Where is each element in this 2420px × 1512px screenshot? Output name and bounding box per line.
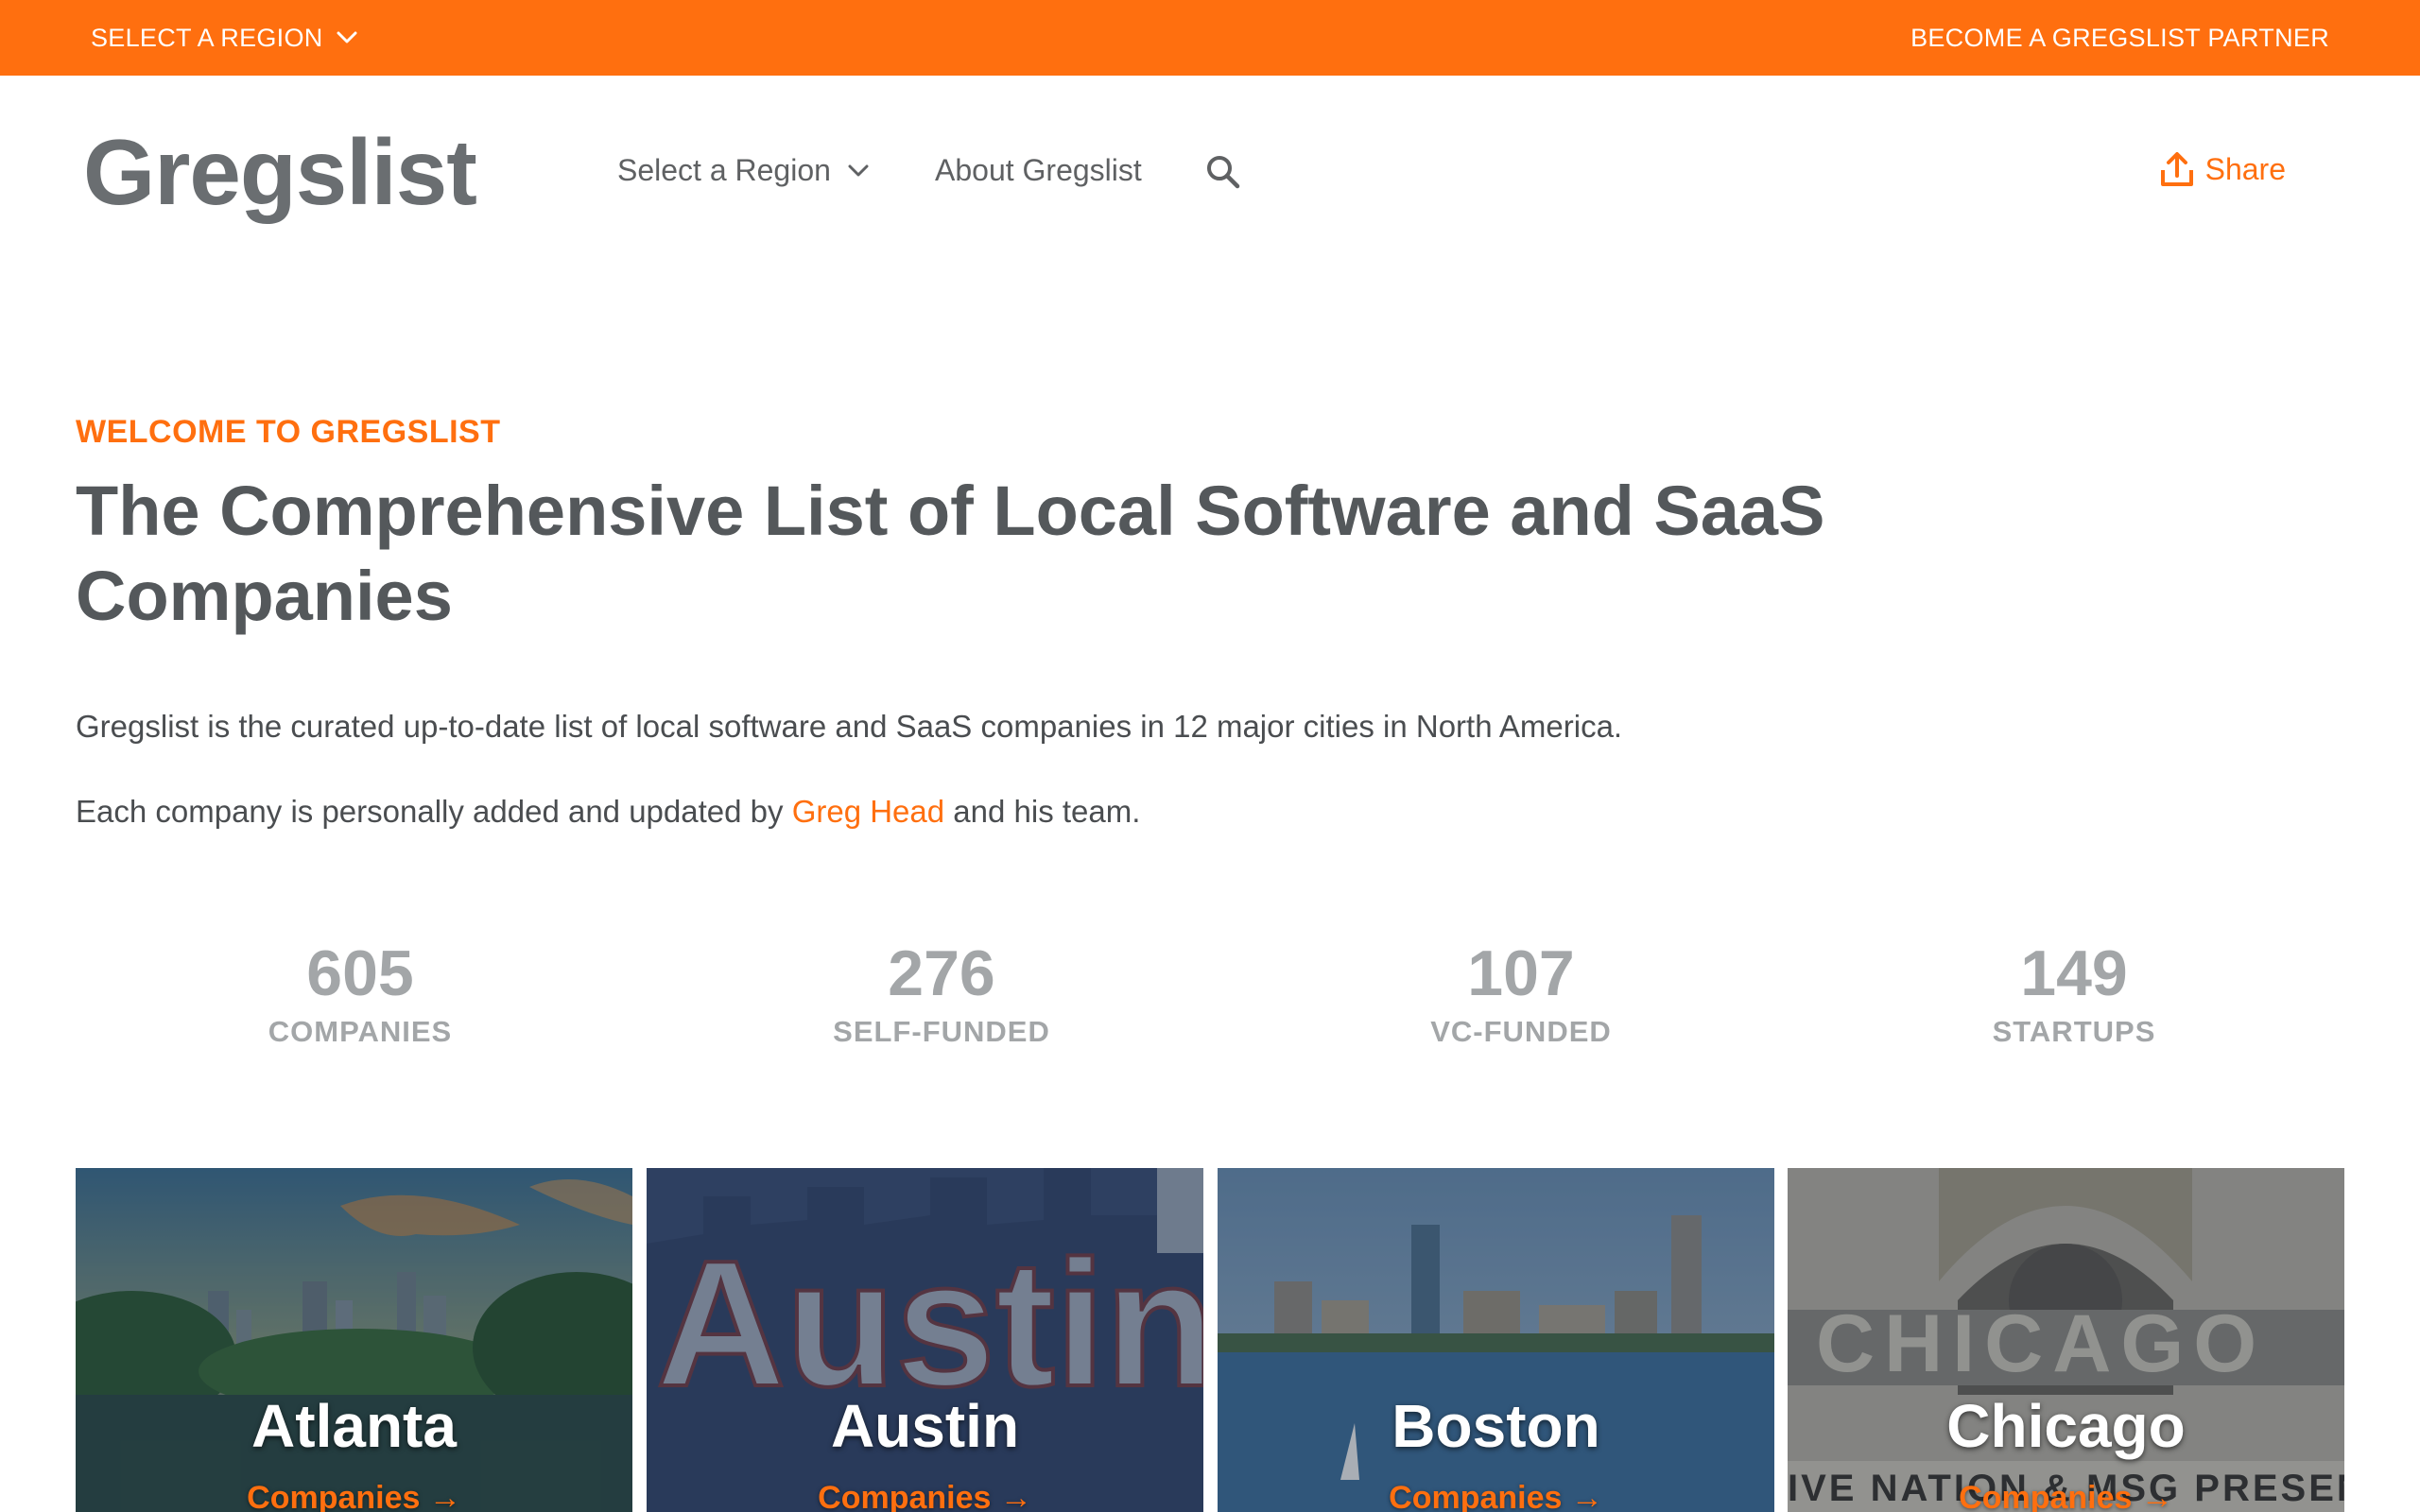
city-card-chicago[interactable]: CHICAGO IVE NATION & MSG PRESENT Chicago…	[1788, 1168, 2344, 1512]
stat-label: VC-FUNDED	[1430, 1015, 1612, 1048]
stat-vc-funded: 107 VC-FUNDED	[1332, 936, 1710, 1049]
stat-label: STARTUPS	[1992, 1015, 2156, 1048]
intro-paragraph: Gregslist is the curated up-to-date list…	[76, 709, 1623, 744]
site-header: Gregslist Select a Region About Gregslis…	[0, 76, 2420, 265]
nav-region-selector[interactable]: Select a Region	[617, 153, 869, 188]
team-text-before: Each company is personally added and upd…	[76, 794, 792, 829]
city-name: Boston	[1392, 1392, 1600, 1460]
share-icon	[2160, 152, 2193, 186]
stat-number: 605	[306, 937, 414, 1009]
stat-number: 149	[2020, 937, 2128, 1009]
companies-link[interactable]: Companies →	[647, 1480, 1203, 1512]
team-text-after: and his team.	[944, 794, 1141, 829]
page-title: The Comprehensive List of Local Software…	[76, 472, 1825, 635]
stat-label: SELF-FUNDED	[833, 1015, 1050, 1048]
team-paragraph: Each company is personally added and upd…	[76, 794, 1140, 830]
become-partner-link[interactable]: BECOME A GREGSLIST PARTNER	[1910, 0, 2329, 76]
welcome-eyebrow: WELCOME TO GREGSLIST	[76, 414, 501, 450]
share-button[interactable]: Share	[2160, 151, 2286, 187]
chevron-down-icon	[337, 31, 357, 43]
nav-region-label: Select a Region	[617, 153, 831, 187]
stat-label: COMPANIES	[268, 1015, 453, 1048]
greg-head-link[interactable]: Greg Head	[792, 794, 944, 829]
stat-number: 107	[1467, 937, 1575, 1009]
city-name: Austin	[830, 1392, 1020, 1460]
top-bar: SELECT A REGION BECOME A GREGSLIST PARTN…	[0, 0, 2420, 76]
top-region-selector[interactable]: SELECT A REGION	[91, 0, 357, 76]
stat-companies: 605 COMPANIES	[171, 936, 549, 1049]
city-card-austin[interactable]: Austin Austin Companies →	[647, 1168, 1203, 1512]
share-label: Share	[2204, 151, 2286, 186]
stat-self-funded: 276 SELF-FUNDED	[752, 936, 1131, 1049]
nav-about-link[interactable]: About Gregslist	[935, 153, 1142, 188]
site-logo[interactable]: Gregslist	[83, 119, 477, 226]
city-name: Chicago	[1946, 1392, 2186, 1460]
top-region-label: SELECT A REGION	[91, 23, 323, 52]
city-name: Atlanta	[251, 1392, 457, 1460]
companies-link[interactable]: Companies →	[1788, 1480, 2344, 1512]
stat-startups: 149 STARTUPS	[1885, 936, 2263, 1049]
search-icon[interactable]	[1204, 153, 1242, 191]
city-card-boston[interactable]: Boston Companies →	[1218, 1168, 1774, 1512]
companies-link[interactable]: Companies →	[1218, 1480, 1774, 1512]
companies-link[interactable]: Companies →	[76, 1480, 632, 1512]
city-card-atlanta[interactable]: Atlanta Companies →	[76, 1168, 632, 1512]
chevron-down-icon	[848, 164, 869, 176]
stat-number: 276	[888, 937, 995, 1009]
